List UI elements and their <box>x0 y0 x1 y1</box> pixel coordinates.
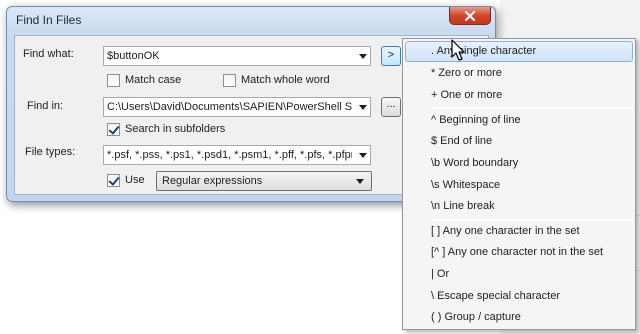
match-whole-word-checkbox[interactable] <box>223 74 236 87</box>
menu-item-any-single-character[interactable]: . Any single character <box>405 41 633 62</box>
menu-item-beginning-of-line[interactable]: ^ Beginning of line <box>405 110 633 131</box>
find-what-label: Find what: <box>23 48 74 60</box>
menu-item-whitespace[interactable]: \s Whitespace <box>405 175 633 196</box>
use-checkbox[interactable] <box>107 174 120 187</box>
menu-item-escape-special-character[interactable]: \ Escape special character <box>405 286 633 307</box>
chevron-down-icon[interactable] <box>359 54 367 59</box>
find-what-input[interactable]: $buttonOK <box>103 46 371 66</box>
use-label: Use <box>125 174 145 186</box>
menu-item-end-of-line[interactable]: $ End of line <box>405 131 633 152</box>
menu-item-any-not-in-set[interactable]: [^ ] Any one character not in the set <box>405 242 633 263</box>
match-case-label: Match case <box>125 74 182 86</box>
find-in-value: C:\Users\David\Documents\SAPIEN\PowerShe… <box>107 101 352 113</box>
search-mode-value: Regular expressions <box>162 175 263 187</box>
browse-button[interactable]: ... <box>381 97 401 117</box>
menu-separator <box>429 219 633 220</box>
menu-item-group-capture[interactable]: ( ) Group / capture <box>405 307 633 328</box>
close-icon <box>464 10 476 21</box>
search-subfolders-label: Search in subfolders <box>125 123 226 135</box>
file-types-input[interactable]: *.psf, *.pss, *.ps1, *.psd1, *.psm1, *.p… <box>103 145 371 165</box>
chevron-down-icon[interactable] <box>356 179 364 184</box>
search-subfolders-checkbox[interactable] <box>107 123 120 136</box>
menu-item-word-boundary[interactable]: \b Word boundary <box>405 153 633 174</box>
dialog-titlebar[interactable]: Find In Files <box>7 7 495 33</box>
regex-builder-button[interactable]: > <box>381 46 401 66</box>
chevron-down-icon[interactable] <box>359 153 367 158</box>
chevron-down-icon[interactable] <box>359 105 367 110</box>
search-mode-select[interactable]: Regular expressions <box>156 171 372 191</box>
menu-item-line-break[interactable]: \n Line break <box>405 196 633 217</box>
match-case-checkbox[interactable] <box>107 74 120 87</box>
mouse-cursor-icon <box>451 39 465 61</box>
find-in-input[interactable]: C:\Users\David\Documents\SAPIEN\PowerShe… <box>103 97 371 117</box>
menu-item-or[interactable]: | Or <box>405 264 633 285</box>
menu-item-zero-or-more[interactable]: * Zero or more <box>405 63 633 84</box>
file-types-label: File types: <box>25 146 76 158</box>
regex-menu: . Any single character * Zero or more + … <box>402 38 636 330</box>
menu-item-one-or-more[interactable]: + One or more <box>405 85 633 106</box>
file-types-value: *.psf, *.pss, *.ps1, *.psd1, *.psm1, *.p… <box>107 149 352 161</box>
match-whole-word-label: Match whole word <box>241 74 330 86</box>
close-button[interactable] <box>449 7 491 25</box>
menu-separator <box>429 108 633 109</box>
find-what-value: $buttonOK <box>107 50 160 62</box>
dialog-title: Find In Files <box>16 13 82 27</box>
menu-item-any-in-set[interactable]: [ ] Any one character in the set <box>405 221 633 242</box>
find-in-label: Find in: <box>27 100 64 112</box>
